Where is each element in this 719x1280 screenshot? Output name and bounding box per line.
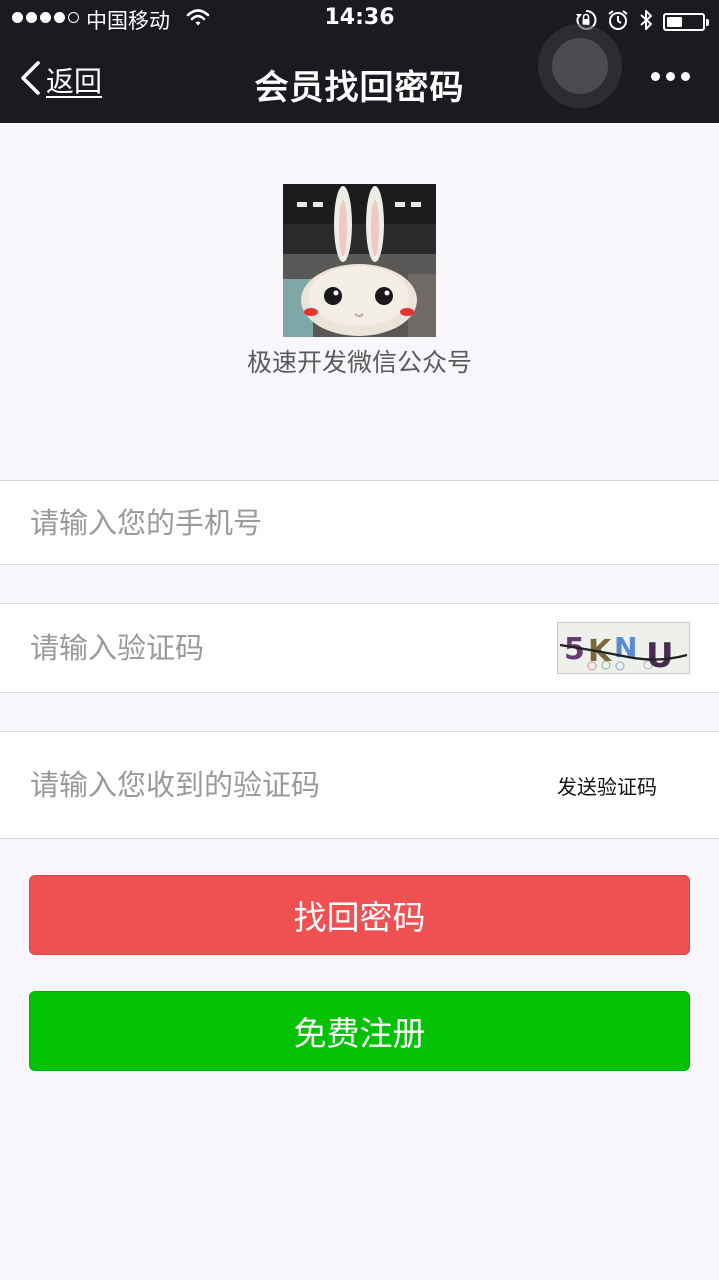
top-bar: 中国移动 14:36 返回 会员找回密码 [0,0,719,123]
more-dots-icon [651,72,660,81]
captcha-row: 5 K N U [0,603,719,693]
status-bar: 中国移动 14:36 [0,0,719,40]
sms-code-row: 发送验证码 [0,731,719,839]
more-menu-button[interactable] [651,72,690,81]
captcha-input[interactable] [30,604,540,692]
bluetooth-icon [639,8,653,36]
captcha-image[interactable]: 5 K N U [557,622,690,674]
phone-input[interactable] [30,481,690,564]
send-code-button[interactable]: 发送验证码 [557,732,657,838]
battery-icon [663,13,709,31]
recover-password-button[interactable]: 找回密码 [29,875,690,955]
svg-text:U: U [646,636,674,673]
alarm-icon [607,9,629,35]
sms-code-input[interactable] [30,732,540,838]
assistive-touch-button[interactable] [538,24,622,108]
account-name: 极速开发微信公众号 [246,348,472,377]
account-avatar [283,184,436,337]
register-button[interactable]: 免费注册 [29,991,690,1071]
phone-row [0,480,719,565]
